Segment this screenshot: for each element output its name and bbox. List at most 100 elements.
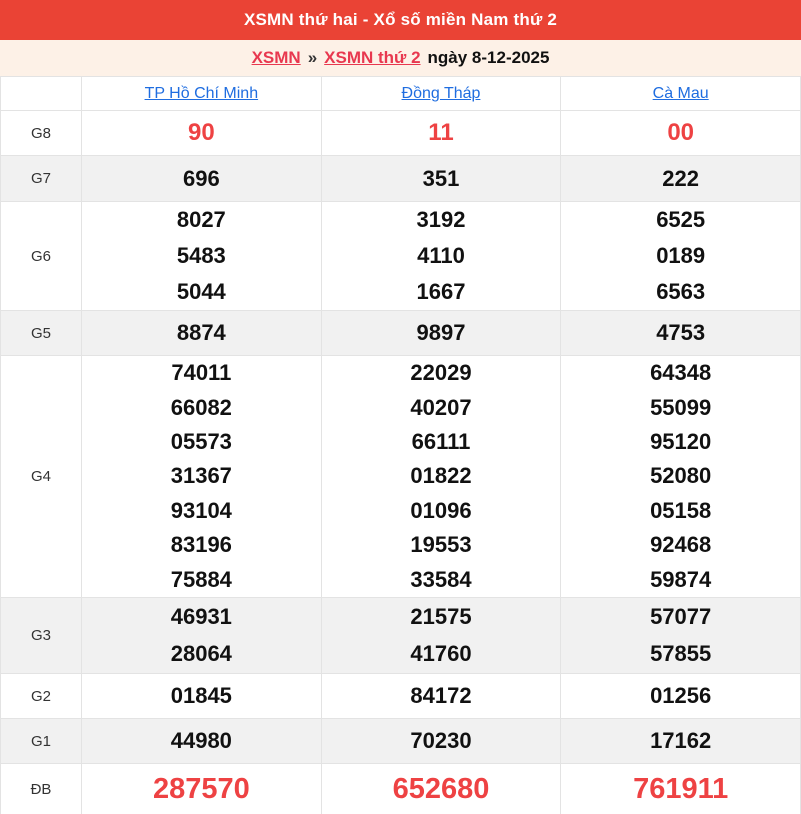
row-label-cell: ĐB <box>0 764 82 814</box>
column-header-cell: Cà Mau <box>561 77 801 110</box>
prize-number: 84172 <box>410 683 472 708</box>
prize-number: 31367 <box>170 463 232 489</box>
prize-number: 5044 <box>176 279 226 304</box>
breadcrumb-link-xsmn[interactable]: XSMN <box>252 48 301 68</box>
table-row-g7: G7 696 351 222 <box>0 156 801 202</box>
prize-cell: 46931 28064 <box>82 598 322 673</box>
prize-number: 64348 <box>650 360 712 386</box>
prize-number: 75884 <box>170 566 232 592</box>
prize-number: 44980 <box>170 728 232 753</box>
row-label: G8 <box>30 124 51 142</box>
table-row-g3: G3 46931 28064 21575 41760 57077 57855 <box>0 598 801 674</box>
row-label-cell: G7 <box>0 156 82 201</box>
prize-cell: 00 <box>561 111 801 155</box>
row-label-cell: G1 <box>0 719 82 763</box>
prize-cell: 351 <box>322 156 562 201</box>
prize-number: 761911 <box>633 773 729 805</box>
prize-number: 351 <box>422 165 460 191</box>
prize-number: 22029 <box>410 360 472 386</box>
column-header-cell: Đồng Tháp <box>322 77 562 110</box>
prize-number: 93104 <box>170 497 232 523</box>
prize-number: 01096 <box>410 497 472 523</box>
title-bar: XSMN thứ hai - Xổ số miền Nam thứ 2 <box>0 0 801 40</box>
prize-number: 28064 <box>170 641 232 667</box>
province-link-1[interactable]: TP Hồ Chí Minh <box>145 85 259 103</box>
prize-number: 6525 <box>656 207 706 232</box>
prize-cell: 44980 <box>82 719 322 763</box>
prize-cell: 3192 4110 1667 <box>322 202 562 310</box>
prize-number: 57855 <box>650 641 712 667</box>
prize-number: 01845 <box>170 683 232 708</box>
prize-cell: 652680 <box>322 764 562 814</box>
prize-number: 696 <box>182 165 220 191</box>
prize-cell: 84172 <box>322 674 562 718</box>
row-label: G1 <box>30 732 51 750</box>
table-row-b: ĐB 287570 652680 761911 <box>0 764 801 814</box>
prize-number: 8874 <box>176 320 226 345</box>
prize-number: 41760 <box>410 641 472 667</box>
prize-cell: 6525 0189 6563 <box>561 202 801 310</box>
prize-number: 11 <box>428 119 454 146</box>
row-label: G5 <box>30 324 51 342</box>
prize-cell: 8874 <box>82 311 322 355</box>
prize-number: 01822 <box>410 463 472 489</box>
prize-cell: 4753 <box>561 311 801 355</box>
row-label-cell: G8 <box>0 111 82 155</box>
prize-cell: 21575 41760 <box>322 598 562 673</box>
row-label: G7 <box>30 170 51 187</box>
prize-cell: 01845 <box>82 674 322 718</box>
results-table: TP Hồ Chí Minh Đồng Tháp Cà Mau G8 90 11 00 G7 6… <box>0 76 801 814</box>
prize-number: 92468 <box>650 532 712 558</box>
prize-number: 83196 <box>170 532 232 558</box>
prize-number: 70230 <box>410 728 472 753</box>
column-header-cell: TP Hồ Chí Minh <box>82 77 322 110</box>
prize-cell: 74011 66082 05573 31367 93104 83196 75884 <box>82 356 322 597</box>
prize-number: 19553 <box>410 532 472 558</box>
prize-number: 4753 <box>656 320 706 345</box>
row-label-cell: G4 <box>0 356 82 597</box>
lottery-results-page: XSMN thứ hai - Xổ số miền Nam thứ 2 XSMN… <box>0 0 801 814</box>
row-label: G4 <box>30 468 51 485</box>
prize-number: 3192 <box>416 207 466 232</box>
prize-number: 21575 <box>410 603 472 629</box>
prize-number: 90 <box>187 119 215 146</box>
table-row-g1: G1 44980 70230 17162 <box>0 719 801 764</box>
prize-cell: 70230 <box>322 719 562 763</box>
prize-cell: 9897 <box>322 311 562 355</box>
prize-cell: 11 <box>322 111 562 155</box>
prize-number: 287570 <box>152 773 250 805</box>
province-link-3[interactable]: Cà Mau <box>653 85 709 103</box>
prize-cell: 64348 55099 95120 52080 05158 92468 59874 <box>561 356 801 597</box>
row-label-cell: G6 <box>0 202 82 310</box>
breadcrumb-link-xsmn-thu-2[interactable]: XSMN thứ 2 <box>324 48 420 68</box>
prize-number: 00 <box>667 119 695 146</box>
prize-cell: 287570 <box>82 764 322 814</box>
prize-number: 01256 <box>650 683 712 708</box>
breadcrumb-separator: » <box>307 48 318 67</box>
row-label: G2 <box>30 687 51 705</box>
prize-cell: 17162 <box>561 719 801 763</box>
province-link-2[interactable]: Đồng Tháp <box>402 85 481 103</box>
prize-cell: 761911 <box>561 764 801 814</box>
row-label: G6 <box>30 247 51 265</box>
prize-number: 6563 <box>656 279 706 304</box>
row-label-cell: G3 <box>0 598 82 673</box>
prize-number: 1667 <box>416 279 466 304</box>
prize-cell: 696 <box>82 156 322 201</box>
prize-number: 59874 <box>650 566 712 592</box>
prize-number: 652680 <box>392 773 490 805</box>
prize-cell: 8027 5483 5044 <box>82 202 322 310</box>
prize-number: 95120 <box>650 429 712 455</box>
prize-number: 05158 <box>650 497 712 523</box>
table-row-g6: G6 8027 5483 5044 3192 4110 1667 6525 0189 6563 <box>0 202 801 311</box>
table-row-g8: G8 90 11 00 <box>0 111 801 156</box>
row-label-cell: G5 <box>0 311 82 355</box>
prize-number: 5483 <box>176 243 226 268</box>
prize-cell: 90 <box>82 111 322 155</box>
row-label: ĐB <box>30 780 52 798</box>
breadcrumb: XSMN » XSMN thứ 2 ngày 8-12-2025 <box>0 40 801 76</box>
table-row-g4: G4 74011 66082 05573 31367 93104 83196 75884 220… <box>0 356 801 598</box>
prize-number: 33584 <box>410 566 472 592</box>
prize-number: 4110 <box>417 243 465 268</box>
prize-number: 05573 <box>170 429 232 455</box>
